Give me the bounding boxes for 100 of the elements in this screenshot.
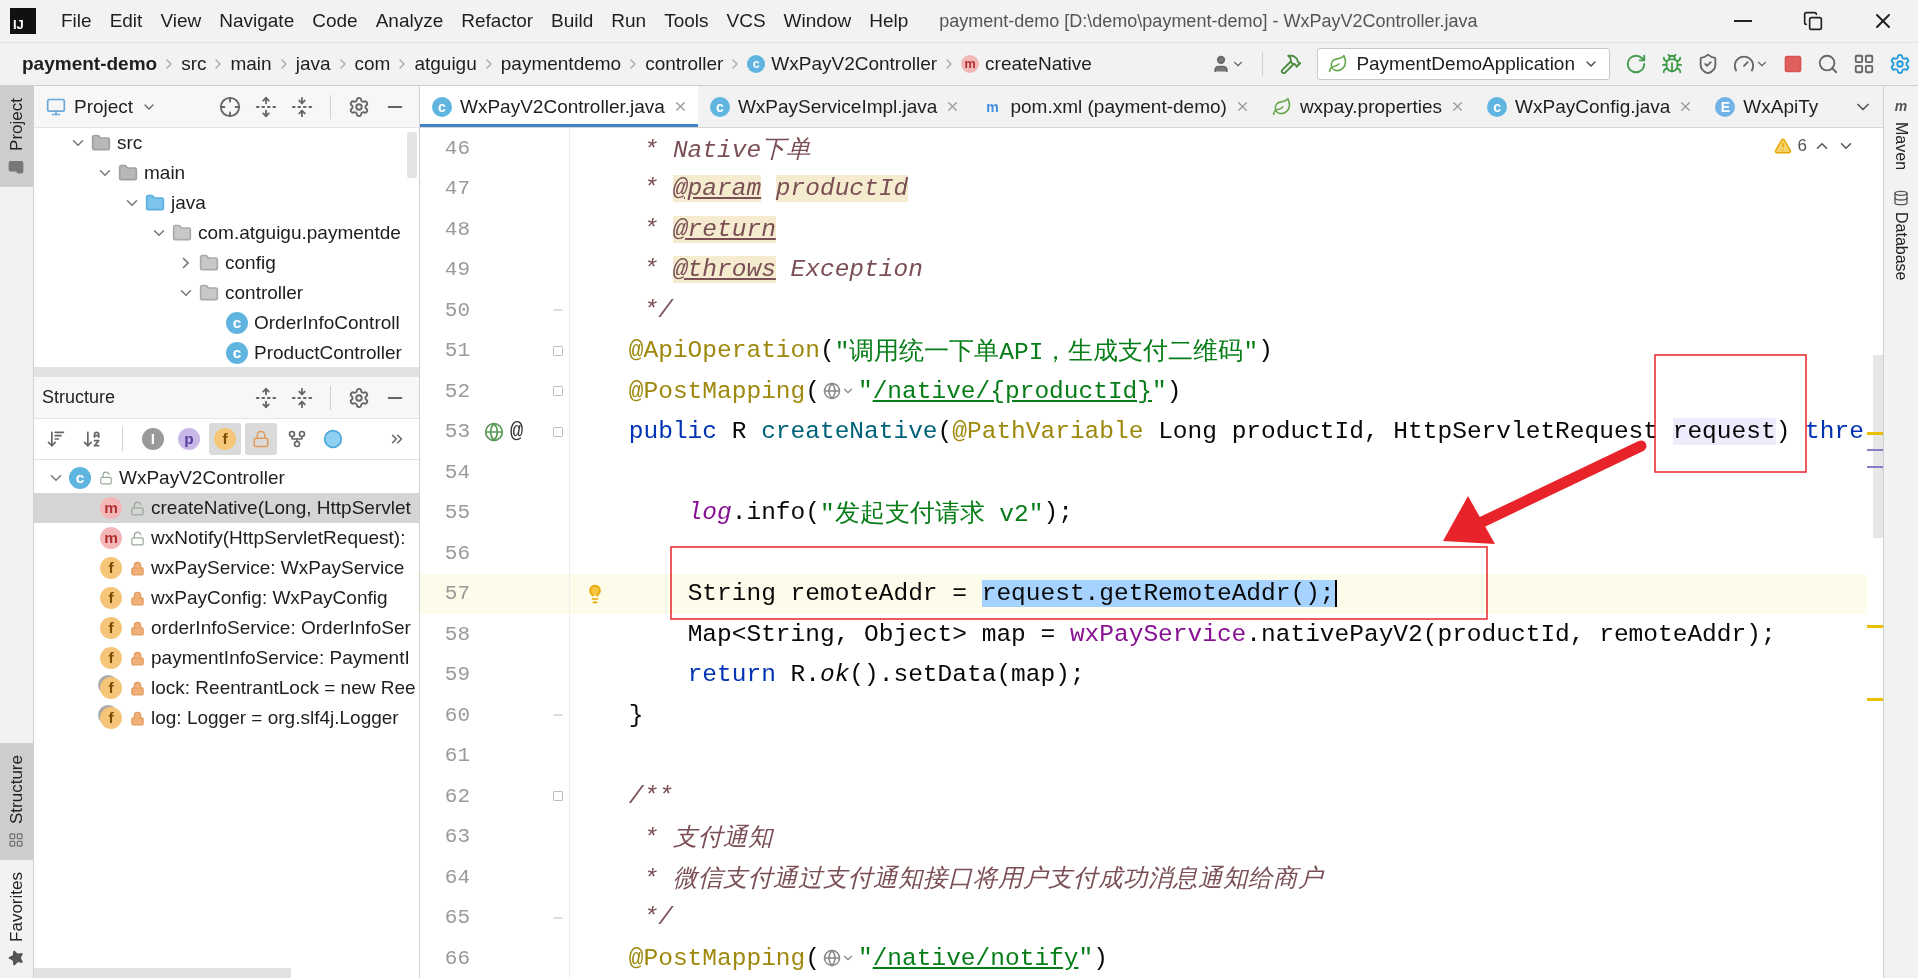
tree-item[interactable]: config bbox=[34, 248, 419, 278]
breadcrumb[interactable]: atguigu bbox=[410, 53, 481, 75]
tree-item[interactable]: controller bbox=[34, 278, 419, 308]
maven-icon: m bbox=[1891, 96, 1911, 116]
tree-item[interactable]: com.atguigu.paymentde bbox=[34, 218, 419, 248]
breadcrumb[interactable]: c WxPayV2Controller bbox=[743, 53, 942, 75]
tree-item[interactable]: c ProductController bbox=[34, 338, 419, 367]
run-config-dropdown[interactable]: PaymentDemoApplication bbox=[1317, 48, 1610, 80]
editor-tab[interactable]: wxpay.properties bbox=[1259, 86, 1476, 127]
filter-toggle[interactable] bbox=[245, 423, 277, 455]
menu-item[interactable]: Code bbox=[303, 6, 367, 36]
fold-icon[interactable] bbox=[551, 790, 564, 803]
tool-window-tab[interactable]: m Maven bbox=[1891, 92, 1911, 175]
editor-tab[interactable]: c WxPayServiceImpl.java bbox=[697, 86, 971, 127]
menu-item[interactable]: Run bbox=[602, 6, 656, 36]
breadcrumb[interactable]: paymentdemo bbox=[496, 53, 626, 75]
code-token: @return bbox=[672, 215, 776, 243]
fold-icon[interactable] bbox=[551, 425, 564, 438]
lock-icon bbox=[130, 590, 145, 606]
breadcrumb[interactable]: m createNative bbox=[957, 53, 1096, 75]
code-token: createNative bbox=[761, 418, 938, 446]
code-token: */ bbox=[643, 296, 673, 324]
package-icon bbox=[199, 283, 219, 303]
code-token: .nativePayV2(productId, remoteAddr); bbox=[1246, 620, 1776, 648]
folder-icon bbox=[118, 163, 138, 183]
menu-item[interactable]: Window bbox=[774, 6, 861, 36]
code-token: ().setData(map); bbox=[849, 661, 1085, 689]
editor-tab[interactable]: c WxPayV2Controller.java bbox=[420, 86, 698, 127]
package-icon bbox=[172, 223, 192, 243]
menu-item[interactable]: Refactor bbox=[452, 6, 543, 36]
class-icon: c bbox=[226, 312, 248, 334]
menu-item[interactable]: VCS bbox=[717, 6, 775, 36]
menu-item[interactable]: Analyze bbox=[366, 6, 453, 36]
breadcrumb[interactable]: src bbox=[177, 53, 211, 75]
code-token: request bbox=[1672, 418, 1776, 446]
lock-icon bbox=[130, 680, 145, 696]
tree-item[interactable]: c OrderInfoControll bbox=[34, 308, 419, 338]
tool-window-tab[interactable]: Database bbox=[1892, 186, 1910, 285]
code-token: @throws bbox=[672, 256, 776, 284]
app-logo: IJ bbox=[10, 8, 36, 34]
menu-item[interactable]: Build bbox=[542, 6, 603, 36]
code-token: log bbox=[687, 499, 732, 527]
breadcrumb[interactable]: java bbox=[291, 53, 335, 75]
code-token: */ bbox=[643, 904, 673, 932]
structure-item[interactable]: m createNative(Long, HttpServlet bbox=[34, 493, 419, 523]
structure-item[interactable]: f paymentInfoService: PaymentI bbox=[34, 643, 419, 673]
structure-item[interactable]: f wxPayConfig: WxPayConfig bbox=[34, 583, 419, 613]
code-token: ok bbox=[819, 661, 850, 689]
menu-item[interactable]: Tools bbox=[655, 6, 718, 36]
fold-icon[interactable] bbox=[551, 344, 564, 357]
gutter-mark[interactable]: @ bbox=[510, 419, 524, 445]
field-icon: f bbox=[100, 587, 122, 609]
globe-icon[interactable] bbox=[484, 421, 504, 442]
scrollbar[interactable] bbox=[34, 367, 419, 377]
tree-item[interactable]: src bbox=[34, 128, 419, 158]
code-token: ( bbox=[937, 418, 953, 446]
menu-item[interactable]: Edit bbox=[100, 6, 152, 36]
warning-icon bbox=[1773, 137, 1792, 155]
menu-item[interactable]: File bbox=[52, 6, 101, 36]
project-view-dropdown[interactable]: Project bbox=[40, 94, 164, 119]
tree-item[interactable]: main bbox=[34, 158, 419, 188]
restore-icon bbox=[1803, 11, 1823, 31]
line-number: 65 bbox=[443, 906, 471, 930]
editor-tab[interactable]: E WxApiTy bbox=[1703, 86, 1829, 127]
breadcrumb[interactable]: payment-demo bbox=[18, 53, 162, 75]
scrollbar[interactable] bbox=[407, 132, 417, 178]
class-icon: c bbox=[226, 342, 248, 364]
folder-icon bbox=[145, 193, 165, 213]
tree-item[interactable]: c WxPayV2Controller bbox=[34, 463, 419, 493]
menu-item[interactable]: Help bbox=[860, 6, 918, 36]
menu-item[interactable]: Navigate bbox=[210, 6, 304, 36]
sort-icon bbox=[46, 429, 66, 449]
structure-item[interactable]: f lock: ReentrantLock = new Ree bbox=[34, 673, 419, 703]
method-icon: m bbox=[100, 527, 122, 549]
breadcrumb[interactable]: com bbox=[350, 53, 395, 75]
code-token: " bbox=[857, 377, 873, 405]
class-icon: c bbox=[1487, 96, 1508, 117]
line-number: 62 bbox=[443, 784, 471, 808]
code-token: * 支付通知 bbox=[643, 823, 773, 854]
folder-icon bbox=[8, 158, 25, 175]
editor-tab[interactable]: m pom.xml (payment-demo) bbox=[970, 86, 1260, 127]
tool-window-tab[interactable]: Project bbox=[0, 86, 33, 187]
tool-window-tab[interactable]: Structure bbox=[0, 743, 33, 861]
tree-item[interactable]: java bbox=[34, 188, 419, 218]
tool-window-tab[interactable]: Favorites bbox=[0, 860, 33, 978]
code-token: String remoteAddr = bbox=[687, 580, 968, 608]
editor-tab[interactable]: c WxPayConfig.java bbox=[1475, 86, 1704, 127]
menu-item[interactable]: View bbox=[151, 6, 211, 36]
fold-icon[interactable] bbox=[551, 385, 564, 398]
structure-item[interactable]: f log: Logger = org.slf4j.Logger bbox=[34, 703, 419, 733]
breadcrumb[interactable]: main bbox=[226, 53, 276, 75]
structure-item[interactable]: m wxNotify(HttpServletRequest): bbox=[34, 523, 419, 553]
warning-counter[interactable]: 6 bbox=[1773, 136, 1855, 156]
globe-icon[interactable] bbox=[822, 949, 855, 968]
code-token: .info( bbox=[731, 499, 820, 527]
structure-item[interactable]: f wxPayService: WxPayService bbox=[34, 553, 419, 583]
scrollbar[interactable] bbox=[34, 968, 291, 978]
structure-item[interactable]: f orderInfoService: OrderInfoSer bbox=[34, 613, 419, 643]
breadcrumb[interactable]: controller bbox=[641, 53, 728, 75]
globe-icon[interactable] bbox=[822, 382, 855, 401]
